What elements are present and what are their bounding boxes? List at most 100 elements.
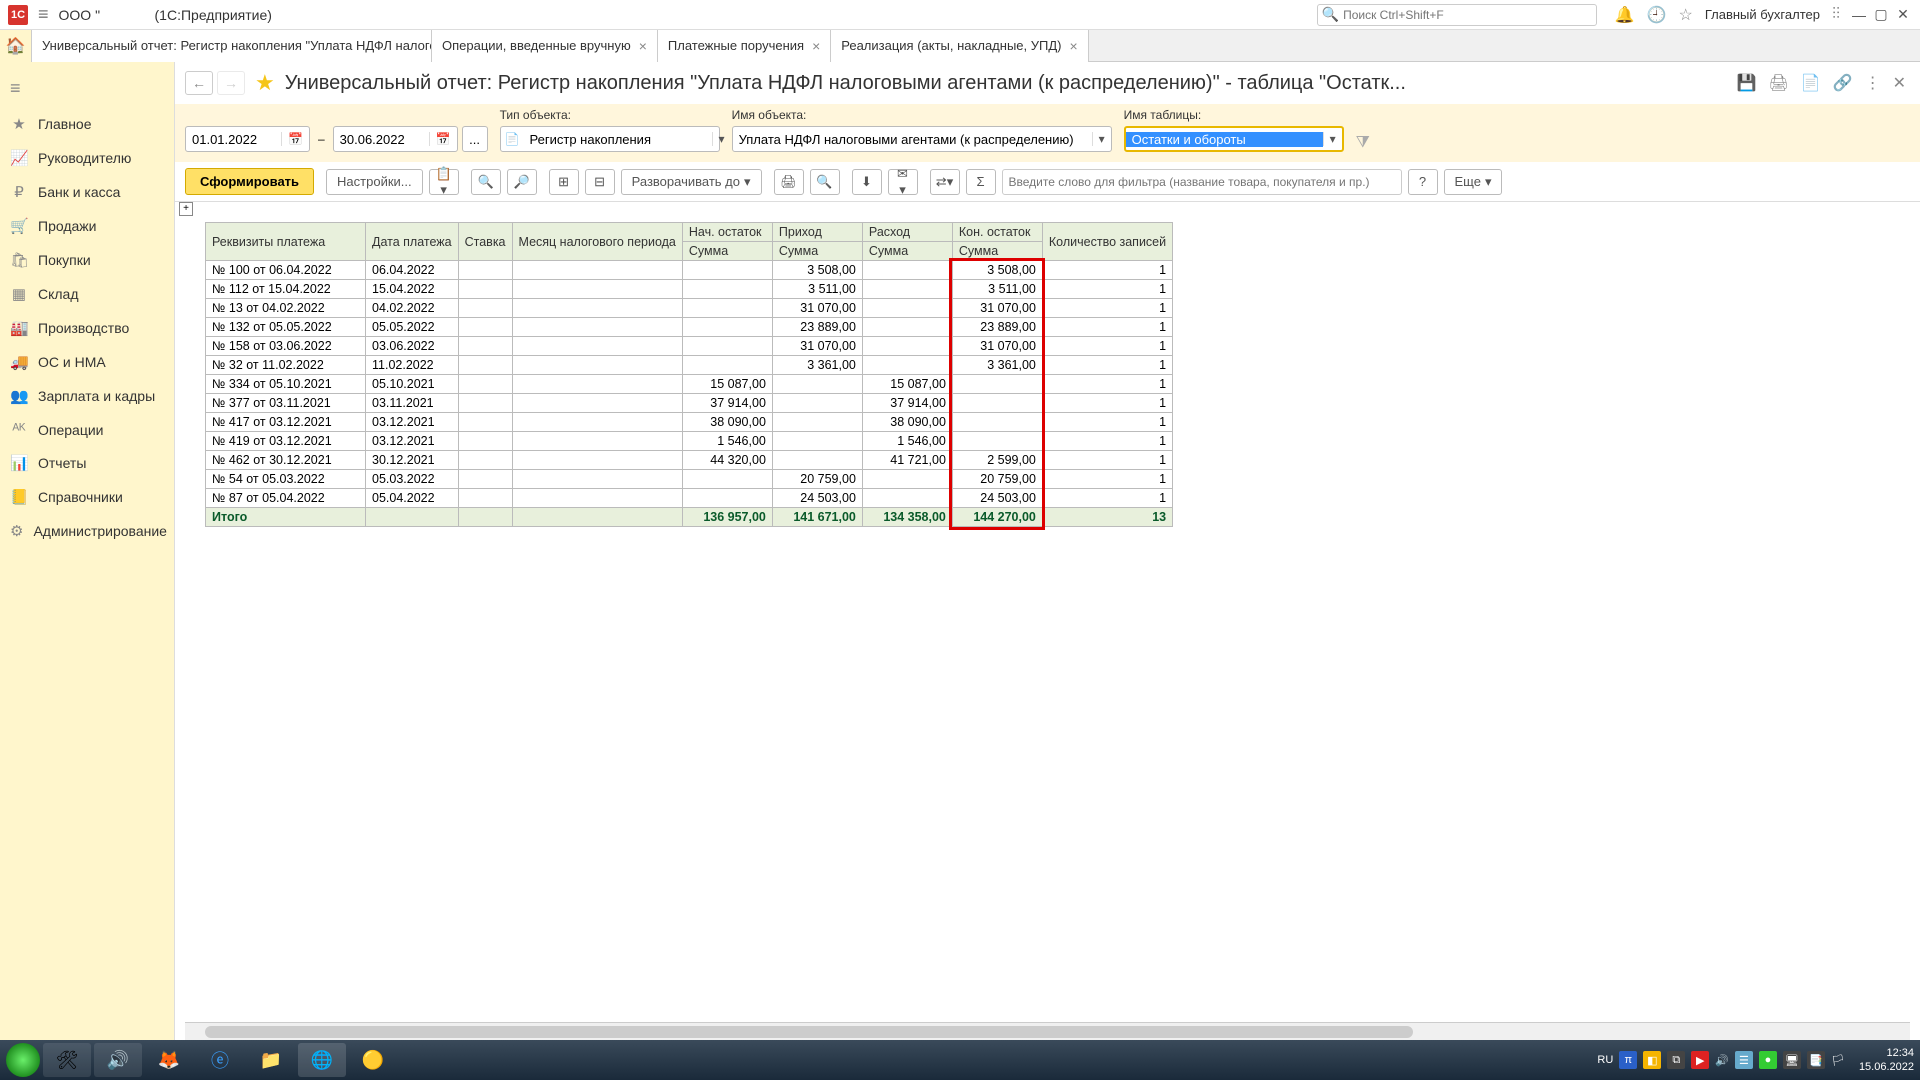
sidebar-toggle-icon[interactable]: ≡: [0, 70, 174, 107]
col-sum[interactable]: Сумма: [862, 242, 952, 261]
col-end[interactable]: Кон. остаток: [952, 223, 1042, 242]
close-button[interactable]: ✕: [1894, 6, 1912, 23]
chevron-down-icon[interactable]: ▾: [1323, 132, 1342, 146]
export-icon[interactable]: 📄: [1801, 73, 1821, 93]
period-picker-button[interactable]: ...: [462, 126, 488, 152]
task-firefox-icon[interactable]: 🦊: [145, 1043, 193, 1077]
run-button[interactable]: Сформировать: [185, 168, 314, 195]
history-icon[interactable]: 🕘: [1647, 5, 1667, 25]
col-date[interactable]: Дата платежа: [366, 223, 459, 261]
calendar-icon[interactable]: 📅: [281, 132, 309, 146]
tray-icon[interactable]: ⧉: [1667, 1051, 1685, 1069]
forward-button[interactable]: →: [217, 71, 245, 95]
task-ie-icon[interactable]: ⓔ: [196, 1043, 244, 1077]
tray-icon[interactable]: 📑: [1807, 1051, 1825, 1069]
sidebar-item-purchase[interactable]: 🛍Покупки: [0, 243, 174, 277]
more-icon[interactable]: ⋮: [1865, 73, 1881, 93]
sidebar-item-sales[interactable]: 🛒Продажи: [0, 209, 174, 243]
table-row[interactable]: № 13 от 04.02.202204.02.202231 070,0031 …: [206, 299, 1173, 318]
task-1c-icon[interactable]: 🟡: [349, 1043, 397, 1077]
start-button[interactable]: [6, 1043, 40, 1077]
filter-funnel-icon[interactable]: ⧩: [1356, 134, 1370, 152]
table-row[interactable]: № 100 от 06.04.202206.04.20223 508,003 5…: [206, 261, 1173, 280]
task-sound-icon[interactable]: 🔊: [94, 1043, 142, 1077]
tray-icon[interactable]: ●: [1759, 1051, 1777, 1069]
expand-all-button[interactable]: ⊞: [549, 169, 579, 195]
sum-button[interactable]: Σ: [966, 169, 996, 195]
lang-indicator[interactable]: RU: [1597, 1054, 1613, 1066]
sidebar-item-reports[interactable]: 📊Отчеты: [0, 446, 174, 480]
zoom-out-button[interactable]: 🔎: [507, 169, 537, 195]
close-page-icon[interactable]: ✕: [1893, 73, 1906, 93]
user-name[interactable]: Главный бухгалтер: [1705, 7, 1820, 22]
col-period[interactable]: Месяц налогового периода: [512, 223, 682, 261]
save-button[interactable]: ⬇: [852, 169, 882, 195]
report-grid[interactable]: + Реквизиты платежа Дата платежа Ставка …: [175, 202, 1920, 1022]
date-from-input[interactable]: 📅: [185, 126, 310, 152]
tray-volume-icon[interactable]: 🔊: [1715, 1054, 1729, 1067]
table-name-select[interactable]: ▾: [1124, 126, 1344, 152]
preview-button[interactable]: 🔍: [810, 169, 840, 195]
date-to-input[interactable]: 📅: [333, 126, 458, 152]
maximize-button[interactable]: ▢: [1872, 6, 1890, 23]
link-icon[interactable]: 🔗: [1833, 73, 1853, 93]
sidebar-item-hr[interactable]: 👥Зарплата и кадры: [0, 379, 174, 413]
tab-payments[interactable]: Платежные поручения×: [658, 30, 831, 62]
table-row[interactable]: № 112 от 15.04.202215.04.20223 511,003 5…: [206, 280, 1173, 299]
tray-icon[interactable]: ▶: [1691, 1051, 1709, 1069]
chevron-down-icon[interactable]: ▾: [712, 132, 731, 146]
save-icon[interactable]: 💾: [1737, 73, 1757, 93]
tray-icon[interactable]: ☰: [1735, 1051, 1753, 1069]
sidebar-item-admin[interactable]: ⚙Администрирование: [0, 514, 174, 548]
sidebar-item-main[interactable]: ★Главное: [0, 107, 174, 141]
table-filter-input[interactable]: [1002, 169, 1402, 195]
clock[interactable]: 12:34 15.06.2022: [1859, 1046, 1914, 1074]
expand-to-button[interactable]: Разворачивать до ▾: [621, 169, 762, 195]
sidebar-item-operations[interactable]: ᴬᴷОперации: [0, 413, 174, 446]
tab-manual-ops[interactable]: Операции, введенные вручную×: [432, 30, 658, 62]
sidebar-item-production[interactable]: 🏭Производство: [0, 311, 174, 345]
compare-button[interactable]: ⇄▾: [930, 169, 960, 195]
table-row[interactable]: № 419 от 03.12.202103.12.20211 546,001 5…: [206, 432, 1173, 451]
col-out[interactable]: Расход: [862, 223, 952, 242]
tray-icon[interactable]: 🖥: [1783, 1051, 1801, 1069]
table-row[interactable]: № 132 от 05.05.202205.05.202223 889,0023…: [206, 318, 1173, 337]
copy-settings-button[interactable]: 📋▾: [429, 169, 459, 195]
calendar-icon[interactable]: 📅: [429, 132, 457, 146]
bell-icon[interactable]: 🔔: [1615, 5, 1635, 25]
table-row[interactable]: № 417 от 03.12.202103.12.202138 090,0038…: [206, 413, 1173, 432]
tab-realization[interactable]: Реализация (акты, накладные, УПД)×: [831, 30, 1088, 62]
close-icon[interactable]: ×: [639, 38, 647, 54]
table-row[interactable]: № 32 от 11.02.202211.02.20223 361,003 36…: [206, 356, 1173, 375]
tray-flag-icon[interactable]: 🏳: [1831, 1054, 1845, 1067]
print-icon[interactable]: 🖨: [1768, 73, 1788, 93]
more-button[interactable]: Еще ▾: [1444, 169, 1503, 195]
star-icon[interactable]: ☆: [1679, 5, 1693, 25]
favorite-star-icon[interactable]: ★: [255, 70, 275, 96]
table-row[interactable]: № 158 от 03.06.202203.06.202231 070,0031…: [206, 337, 1173, 356]
col-rekv[interactable]: Реквизиты платежа: [206, 223, 366, 261]
main-menu-icon[interactable]: ≡: [38, 4, 49, 25]
tray-icon[interactable]: π: [1619, 1051, 1637, 1069]
col-in[interactable]: Приход: [772, 223, 862, 242]
global-search[interactable]: 🔍: [1317, 4, 1597, 26]
col-rate[interactable]: Ставка: [458, 223, 512, 261]
col-begin[interactable]: Нач. остаток: [682, 223, 772, 242]
settings-lines-icon[interactable]: ⫶⫶: [1832, 6, 1840, 24]
expand-tree-icon[interactable]: +: [179, 202, 193, 216]
collapse-all-button[interactable]: ⊟: [585, 169, 615, 195]
sidebar-item-refs[interactable]: 📒Справочники: [0, 480, 174, 514]
tab-report[interactable]: Универсальный отчет: Регистр накопления …: [32, 30, 432, 62]
help-button[interactable]: ?: [1408, 169, 1438, 195]
task-explorer-icon[interactable]: 📁: [247, 1043, 295, 1077]
object-name-select[interactable]: ▾: [732, 126, 1112, 152]
tray-icon[interactable]: ◧: [1643, 1051, 1661, 1069]
sidebar-item-stock[interactable]: ▦Склад: [0, 277, 174, 311]
table-row[interactable]: № 377 от 03.11.202103.11.202137 914,0037…: [206, 394, 1173, 413]
col-count[interactable]: Количество записей: [1042, 223, 1172, 261]
table-row[interactable]: № 462 от 30.12.202130.12.202144 320,0041…: [206, 451, 1173, 470]
task-chrome-icon[interactable]: 🌐: [298, 1043, 346, 1077]
col-sum[interactable]: Сумма: [682, 242, 772, 261]
horizontal-scrollbar[interactable]: [185, 1022, 1910, 1040]
sidebar-item-manager[interactable]: 📈Руководителю: [0, 141, 174, 175]
